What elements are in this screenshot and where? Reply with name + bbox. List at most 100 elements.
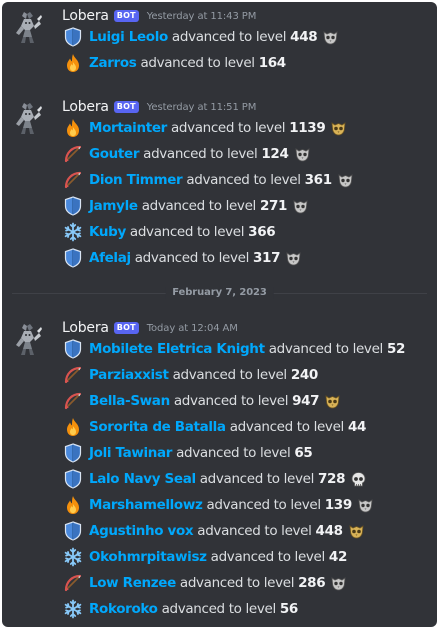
level-value: 947 [292,393,320,409]
bow-icon [63,573,83,593]
message-line: Zarros advanced to level 164 [63,51,286,75]
message-text: advanced to level [170,120,286,136]
timestamp[interactable]: Yesterday at 11:43 PM [147,11,257,22]
character-name-link[interactable]: Dion Timmer [89,172,183,188]
level-value: 448 [290,29,318,45]
fire-icon [63,495,83,515]
character-name-link[interactable]: Mortainter [89,120,167,136]
gold-owl-badge [348,523,365,540]
message-text: advanced to level [176,445,291,461]
message-line: Bella-Swan advanced to level 947 [63,389,341,413]
message-text: advanced to level [186,172,301,188]
owl-skull-badge [337,172,354,189]
author-name[interactable]: Lobera [62,99,109,115]
level-value: 271 [259,198,288,214]
message-line: Mobilete Eletrica Knight advanced to leve… [63,337,405,361]
bow-icon [63,170,83,190]
bot-tag: BOT [113,101,139,113]
message-header: Lobera BOT Today at 12:04 AM [62,318,238,338]
message-line: Joli Tawinar advanced to level 65 [63,441,313,465]
chat-panel: February 7, 2023 Lobera BOT Yesterday at 1… [2,2,437,627]
character-name-link[interactable]: Parziaxxist [89,367,169,383]
bow-icon [63,391,83,411]
message-text: advanced to level [199,471,315,487]
message-text: advanced to level [210,549,326,565]
message-text: advanced to level [206,497,322,513]
shield-icon [63,196,83,216]
message-header: Lobera BOT Yesterday at 11:51 PM [62,97,256,117]
owl-skull-badge [357,497,374,514]
message-line: Kuby advanced to level 366 [63,220,276,244]
level-value: 65 [294,445,313,461]
message-line: Agustinho vox advanced to level 448 [63,519,365,543]
fire-icon [63,53,83,73]
character-name-link[interactable]: Zarros [89,55,137,71]
author-name[interactable]: Lobera [62,320,109,336]
bot-tag: BOT [113,10,139,22]
character-name-link[interactable]: Okohmrpitawisz [89,549,207,565]
character-name-link[interactable]: Kuby [89,224,126,240]
date-divider-label: February 7, 2023 [165,287,274,299]
character-name-link[interactable]: Mobilete Eletrica Knight [89,341,265,357]
owl-skull-badge [294,146,311,163]
character-name-link[interactable]: Rokoroko [89,601,158,617]
timestamp[interactable]: Yesterday at 11:51 PM [147,102,257,113]
owl-skull-badge [330,575,347,592]
timestamp[interactable]: Today at 12:04 AM [147,323,238,334]
character-name-link[interactable]: Luigi Leolo [89,29,168,45]
message-text: advanced to level [143,146,258,162]
level-value: 139 [324,497,352,513]
author-name[interactable]: Lobera [62,8,109,24]
message-line: Parziaxxist advanced to level 240 [63,363,318,387]
character-name-link[interactable]: Agustinho vox [89,523,194,539]
message-line: Lalo Navy Seal advanced to level 728 [63,467,367,491]
character-name-link[interactable]: Sororita de Batalla [89,419,226,435]
character-name-link[interactable]: Bella-Swan [89,393,170,409]
message-line: Marshamellowz advanced to level 139 [63,493,374,517]
level-value: 44 [347,419,367,435]
message-line: Sororita de Batalla advanced to level 44 [63,415,366,439]
character-name-link[interactable]: Afelaj [89,250,131,266]
level-value: 240 [290,367,318,383]
shield-icon [63,339,83,359]
avatar[interactable] [13,322,43,356]
shield-icon [63,27,83,47]
gold-owl-badge [324,393,341,410]
character-name-link[interactable]: Joli Tawinar [89,445,172,461]
avatar[interactable] [13,101,43,135]
character-name-link[interactable]: Gouter [89,146,139,162]
level-value: 124 [261,146,289,162]
message-text: advanced to level [197,523,312,539]
message-line: Luigi Leolo advanced to level 448 [63,25,339,49]
message-group: Lobera BOT Yesterday at 11:51 PM Mortainter… [2,97,437,278]
message-line: Low Renzee advanced to level 286 [63,571,347,595]
owl-skull-badge [322,29,339,46]
level-value: 366 [248,224,276,240]
message-text: advanced to level [161,601,277,617]
message-text: advanced to level [179,575,295,591]
character-name-link[interactable]: Jamyle [89,198,138,214]
character-name-link[interactable]: Low Renzee [89,575,176,591]
level-value: 361 [304,172,332,188]
message-header: Lobera BOT Yesterday at 11:43 PM [62,6,256,26]
message-text: advanced to level [129,224,245,240]
message-text: advanced to level [140,55,255,71]
message-text: advanced to level [268,341,384,357]
message-text: advanced to level [172,367,288,383]
character-name-link[interactable]: Marshamellowz [89,497,203,513]
owl-skull-badge [285,250,302,267]
level-value: 56 [279,601,298,617]
character-name-link[interactable]: Lalo Navy Seal [89,471,196,487]
message-line: Rokoroko advanced to level 56 [63,597,298,621]
avatar[interactable] [13,10,43,44]
level-value: 728 [318,471,346,487]
snowflake-icon [63,547,83,567]
skull-badge [350,471,367,488]
message-line: Mortainter advanced to level 1139 [63,116,347,140]
message-line: Afelaj advanced to level 317 [63,246,302,270]
shield-icon [63,443,83,463]
fire-icon [63,118,83,138]
bow-icon [63,365,83,385]
level-value: 1139 [289,120,326,136]
level-value: 317 [253,250,281,266]
